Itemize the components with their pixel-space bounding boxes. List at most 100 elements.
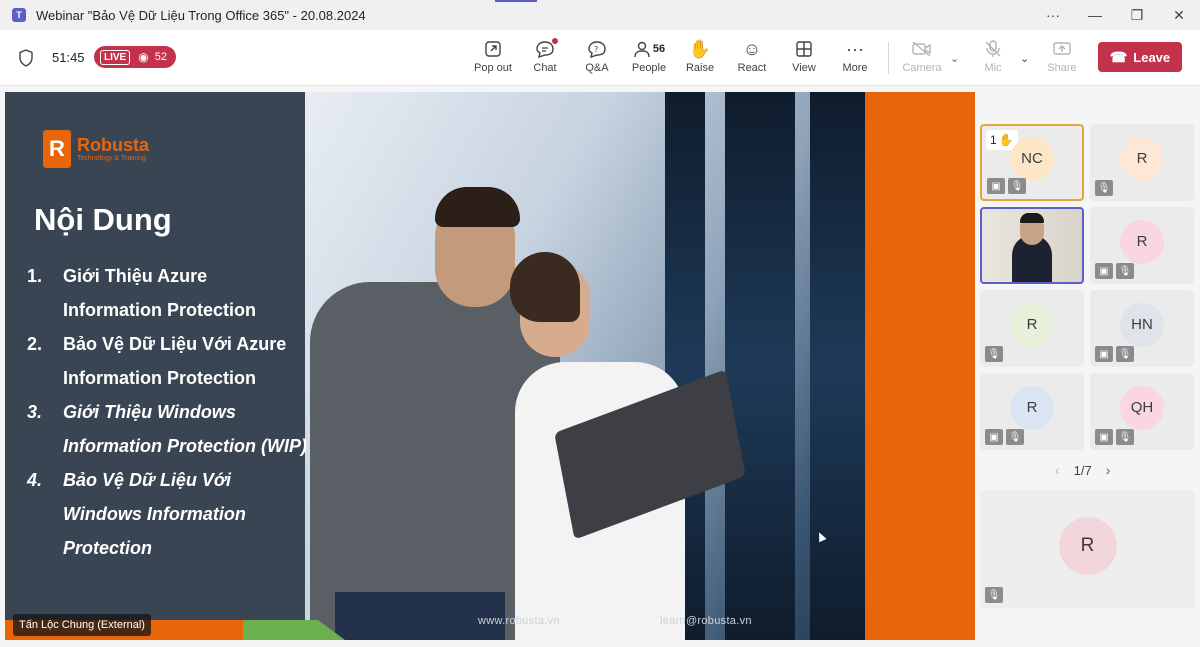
agenda-num: 2. xyxy=(27,334,43,354)
avatar: R xyxy=(1010,302,1054,347)
mic-label: Mic xyxy=(984,62,1002,74)
chat-button[interactable]: Chat xyxy=(519,38,571,80)
agenda-line: Giới Thiệu Azure xyxy=(63,266,208,286)
previous-page-icon[interactable]: ‹ xyxy=(1055,462,1060,478)
camera-options-chevron-icon[interactable]: ⌄ xyxy=(950,52,959,65)
ellipsis-icon: ··· xyxy=(846,38,864,59)
teams-icon: T xyxy=(12,8,26,22)
participant-video-tile[interactable] xyxy=(980,207,1084,284)
camera-off-icon xyxy=(911,38,933,60)
man-hair xyxy=(435,187,520,227)
chat-label: Chat xyxy=(533,62,557,74)
mic-off-icon xyxy=(984,38,1002,60)
raised-hand-order: 1 xyxy=(990,133,997,147)
agenda-line: Protection xyxy=(63,538,153,558)
meeting-timer: 51:45 xyxy=(52,50,85,65)
view-button[interactable]: View xyxy=(778,38,830,80)
mic-off-icon: 🎙 xyxy=(1095,180,1113,196)
chat-icon xyxy=(535,38,558,60)
featured-participant-tile[interactable]: R 🎙 xyxy=(980,490,1195,608)
participant-tile[interactable]: HN ▣ 🎙 xyxy=(1090,290,1194,367)
shield-icon[interactable] xyxy=(18,49,34,67)
leave-button[interactable]: ☎ Leave xyxy=(1098,42,1182,72)
participants-panel: 1 ✋ NC ▣ 🎙 R 🎙 R ▣ 🎙 R 🎙 HN ▣ 🎙 R ▣ 🎙 QH ▣ 🎙 … xyxy=(975,86,1200,647)
mic-off-icon: 🎙 xyxy=(1116,346,1134,362)
slide-heading: Nội Dung xyxy=(34,202,172,237)
mic-options-chevron-icon[interactable]: ⌄ xyxy=(1020,52,1029,65)
react-label: React xyxy=(737,62,767,74)
hand-icon: ✋ xyxy=(688,38,712,59)
avatar: R xyxy=(1058,517,1117,575)
woman-hair xyxy=(510,252,580,322)
mic-off-icon: 🎙 xyxy=(1008,178,1026,194)
raised-hand-icon: ✋ xyxy=(998,133,1014,147)
next-page-icon[interactable]: › xyxy=(1106,462,1111,478)
shared-content-stage[interactable]: R Robusta Technology & Training Nội Dung… xyxy=(5,92,975,640)
mic-off-icon: 🎙 xyxy=(1006,429,1024,445)
pop-out-button[interactable]: Pop out xyxy=(467,38,519,80)
pop-out-icon xyxy=(484,38,502,60)
camera-off-icon: ▣ xyxy=(1095,263,1113,279)
mic-off-icon: 🎙 xyxy=(1116,429,1134,445)
title-bar: T Webinar "Bảo Vệ Dữ Liệu Trong Office 3… xyxy=(0,0,1200,30)
agenda-line: Information Protection (WIP) xyxy=(63,436,307,456)
react-button[interactable]: ☺ React xyxy=(726,38,778,80)
smiley-icon: ☺ xyxy=(742,38,762,59)
slide-orange-band xyxy=(865,92,975,640)
live-label: LIVE xyxy=(100,49,131,65)
meeting-toolbar: 51:45 LIVE ◉ 52 Pop out Chat ? Q&A 56 Pe… xyxy=(0,30,1200,86)
participant-tile[interactable]: R ▣ 🎙 xyxy=(980,373,1084,450)
toolbar-divider xyxy=(888,42,889,74)
people-label: People xyxy=(631,62,667,74)
avatar: R xyxy=(1120,136,1164,181)
agenda-num: 1. xyxy=(27,266,43,286)
share-screen-icon xyxy=(1052,38,1072,60)
robusta-logo: R Robusta Technology & Training xyxy=(43,130,149,168)
qa-button[interactable]: ? Q&A xyxy=(571,38,623,80)
leave-label: Leave xyxy=(1133,49,1171,65)
close-button[interactable]: ✕ xyxy=(1158,0,1200,30)
agenda-num: 4. xyxy=(27,470,43,490)
restore-button[interactable]: ❐ xyxy=(1116,0,1158,30)
slide-footer-site: www.robusta.vn xyxy=(478,615,560,627)
agenda-line: Bảo Vệ Dữ Liệu Với xyxy=(63,470,231,490)
agenda-num: 3. xyxy=(27,402,43,422)
viewer-count: 52 xyxy=(154,51,167,63)
robusta-logo-icon: R xyxy=(43,130,71,168)
agenda-line: Information Protection xyxy=(63,300,256,320)
raise-hand-button[interactable]: ✋ Raise xyxy=(674,38,726,80)
participant-tile[interactable]: R 🎙 xyxy=(1090,124,1194,201)
agenda-line: Windows Information xyxy=(63,504,246,524)
more-button[interactable]: ··· More xyxy=(829,38,881,80)
people-button[interactable]: 56 People xyxy=(623,38,675,80)
avatar: R xyxy=(1010,385,1054,430)
camera-off-icon: ▣ xyxy=(1095,346,1113,362)
avatar: QH xyxy=(1120,385,1164,430)
avatar: HN xyxy=(1120,302,1164,347)
gallery-pager: ‹ 1/7 › xyxy=(1055,462,1110,478)
camera-off-icon: ▣ xyxy=(1095,429,1113,445)
share-button[interactable]: Share xyxy=(1036,38,1088,80)
live-badge[interactable]: LIVE ◉ 52 xyxy=(94,46,176,68)
people-icon: 56 xyxy=(633,38,665,60)
more-label: More xyxy=(842,62,868,74)
camera-button[interactable]: Camera xyxy=(896,38,948,80)
window-title: Webinar "Bảo Vệ Dữ Liệu Trong Office 365… xyxy=(36,7,366,23)
raise-label: Raise xyxy=(685,62,715,74)
camera-off-icon: ▣ xyxy=(985,429,1003,445)
mic-off-icon: 🎙 xyxy=(1116,263,1134,279)
mic-off-icon: 🎙 xyxy=(985,587,1003,603)
pop-out-label: Pop out xyxy=(474,62,512,74)
more-options-icon[interactable]: ··· xyxy=(1032,0,1074,30)
participant-tile[interactable]: 1 ✋ NC ▣ 🎙 xyxy=(980,124,1084,201)
server-rack xyxy=(725,92,795,640)
minimize-button[interactable]: — xyxy=(1074,0,1116,30)
mic-button[interactable]: Mic xyxy=(967,38,1019,80)
participant-tile[interactable]: R 🎙 xyxy=(980,290,1084,367)
participant-tile[interactable]: R ▣ 🎙 xyxy=(1090,207,1194,284)
viewers-icon: ◉ xyxy=(138,50,149,64)
unread-dot xyxy=(552,38,558,44)
avatar: NC xyxy=(1010,136,1054,181)
logo-tagline: Technology & Training xyxy=(77,154,146,162)
participant-tile[interactable]: QH ▣ 🎙 xyxy=(1090,373,1194,450)
